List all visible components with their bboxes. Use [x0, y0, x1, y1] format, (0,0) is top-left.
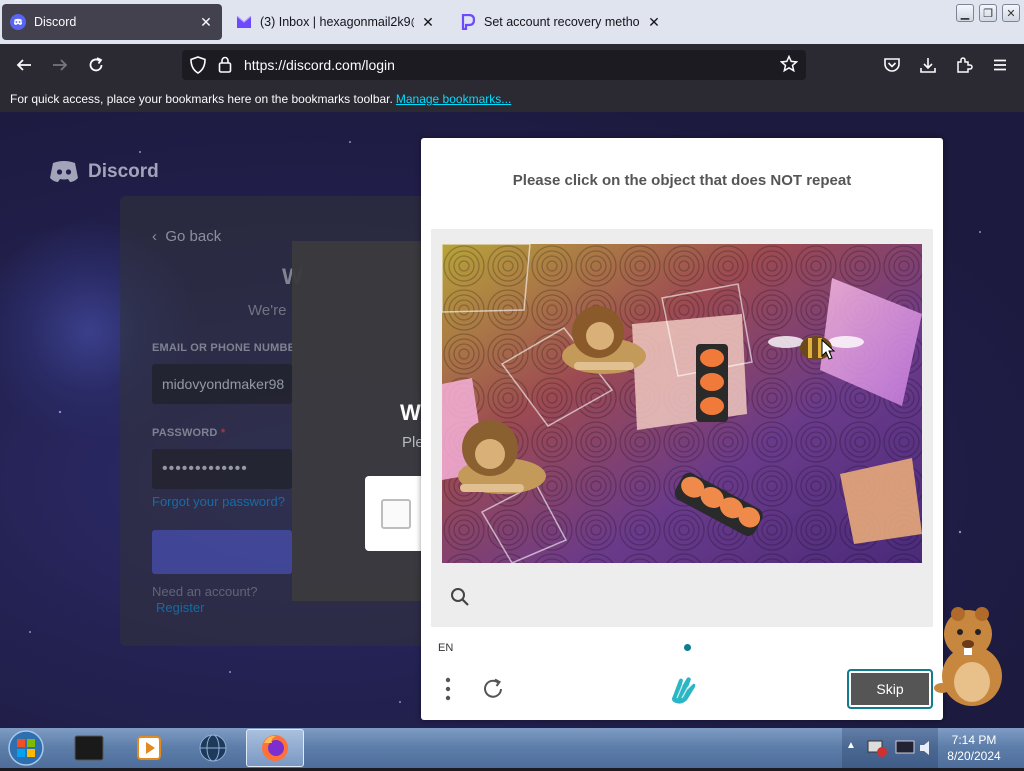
- login-button[interactable]: [152, 530, 292, 574]
- taskbar-app-terminal[interactable]: [60, 729, 118, 767]
- media-player-icon: [137, 736, 161, 760]
- firefox-icon: [262, 735, 288, 761]
- proton-pass-icon: [460, 14, 476, 30]
- forward-button[interactable]: [48, 53, 72, 77]
- volume-tray-icon: [920, 741, 929, 755]
- bookmarks-hint: For quick access, place your bookmarks h…: [10, 92, 393, 106]
- forgot-password-link[interactable]: Forgot your password?: [152, 494, 285, 509]
- tab-title: Discord: [34, 15, 77, 29]
- terminal-icon: [74, 735, 104, 761]
- menu-icon[interactable]: [988, 53, 1012, 77]
- shield-icon[interactable]: [190, 56, 206, 79]
- tab-close-icon[interactable]: ✕: [646, 14, 662, 30]
- discord-logo: Discord: [48, 160, 159, 184]
- captcha-prompt: Please click on the object that does NOT…: [512, 172, 852, 189]
- system-tray: ▲: [842, 728, 938, 768]
- pocket-icon[interactable]: [880, 53, 904, 77]
- skip-button[interactable]: Skip: [847, 669, 933, 709]
- minimize-button[interactable]: ▁: [956, 4, 974, 22]
- tab-inbox[interactable]: (3) Inbox | hexagonmail2k9@pr ✕: [228, 4, 444, 40]
- tab-title: Set account recovery methods: [484, 15, 640, 29]
- password-field[interactable]: •••••••••••••: [152, 449, 292, 489]
- page-indicator-dot: [684, 644, 691, 651]
- start-button[interactable]: [6, 730, 46, 766]
- login-subheading: We're: [248, 302, 287, 319]
- discord-logo-icon: [50, 161, 78, 182]
- close-window-button[interactable]: ✕: [1002, 4, 1020, 22]
- register-link[interactable]: Register: [156, 600, 204, 615]
- reload-button[interactable]: [84, 53, 108, 77]
- password-label: PASSWORD *: [152, 427, 226, 439]
- tab-strip: Discord ✕ (3) Inbox | hexagonmail2k9@pr …: [0, 0, 1024, 44]
- tab-close-icon[interactable]: ✕: [198, 14, 214, 30]
- need-account-text: Need an account?: [152, 584, 258, 599]
- hamster-mascot-image: [928, 604, 1008, 708]
- taskbar: ▲ 7:14 PM 8/20/2024: [0, 728, 1024, 768]
- system-clock[interactable]: 7:14 PM 8/20/2024: [938, 732, 1010, 764]
- clock-date: 8/20/2024: [947, 749, 1001, 763]
- go-back-link[interactable]: ‹ Go back: [152, 228, 221, 245]
- address-bar[interactable]: https://discord.com/login: [182, 50, 806, 80]
- manage-bookmarks-link[interactable]: Manage bookmarks...: [396, 92, 511, 106]
- brand-name: Discord: [88, 161, 159, 182]
- sushi-object: [696, 344, 728, 422]
- restore-button[interactable]: ❐: [979, 4, 997, 22]
- display-tray-icon: [895, 740, 915, 754]
- language-selector[interactable]: EN: [438, 642, 453, 654]
- bookmark-star-icon[interactable]: [779, 54, 799, 78]
- downloads-icon[interactable]: [916, 53, 940, 77]
- captcha-challenge: Please click on the object that does NOT…: [421, 138, 943, 720]
- tab-recovery[interactable]: Set account recovery methods ✕: [452, 4, 670, 40]
- bookmarks-toolbar: For quick access, place your bookmarks h…: [0, 86, 1024, 112]
- taskbar-app-network[interactable]: [184, 729, 242, 767]
- taskbar-app-firefox[interactable]: [246, 729, 304, 767]
- globe-icon: [199, 734, 227, 762]
- captcha-image[interactable]: [442, 244, 922, 563]
- email-field[interactable]: midovyondmaker98: [152, 364, 292, 404]
- back-button[interactable]: [12, 53, 36, 77]
- discord-icon: [10, 14, 26, 30]
- clock-time: 7:14 PM: [951, 733, 997, 747]
- chevron-left-icon: ‹: [152, 228, 166, 245]
- email-label: EMAIL OR PHONE NUMBE: [152, 342, 296, 354]
- proton-mail-icon: [236, 14, 252, 30]
- tab-close-icon[interactable]: ✕: [420, 14, 436, 30]
- modal-title: W: [400, 400, 421, 425]
- tab-discord[interactable]: Discord ✕: [2, 4, 222, 40]
- tab-title: (3) Inbox | hexagonmail2k9@pr: [260, 15, 414, 29]
- extensions-icon[interactable]: [952, 53, 976, 77]
- refresh-challenge-icon[interactable]: [481, 676, 507, 702]
- more-options-icon[interactable]: [443, 676, 453, 702]
- hcaptcha-logo-icon: [665, 674, 699, 706]
- navigation-toolbar: https://discord.com/login: [0, 44, 1024, 86]
- taskbar-app-media-player[interactable]: [120, 729, 178, 767]
- lock-icon[interactable]: [218, 56, 232, 78]
- zoom-search-icon[interactable]: [449, 586, 471, 608]
- tray-expand-icon[interactable]: ▲: [846, 740, 856, 751]
- network-tray-icon: [867, 740, 887, 757]
- hcaptcha-checkbox[interactable]: [381, 499, 411, 529]
- url-text: https://discord.com/login: [244, 57, 395, 73]
